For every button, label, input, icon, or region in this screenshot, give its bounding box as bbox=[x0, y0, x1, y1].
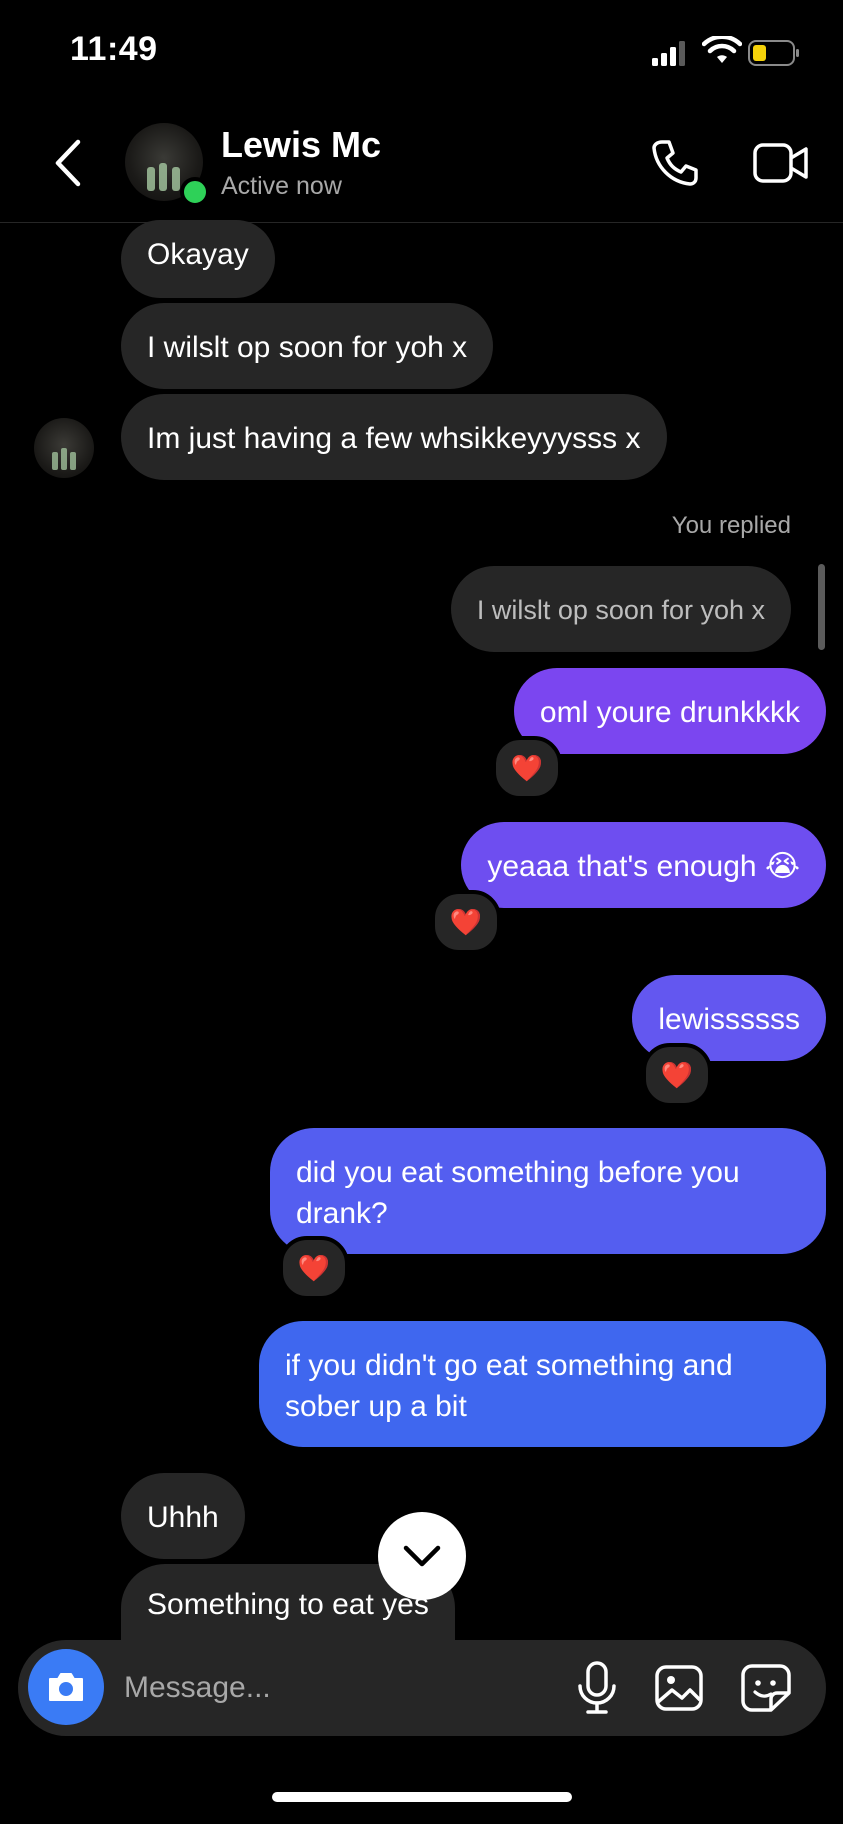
message-incoming[interactable]: Okayay bbox=[121, 220, 275, 298]
message-text: lewissssss bbox=[658, 1003, 800, 1036]
message-outgoing[interactable]: oml youre drunkkkk bbox=[513, 668, 826, 754]
message-text: yeaaa that's enough 😭 bbox=[487, 850, 800, 883]
status-time: 11:49 bbox=[70, 30, 158, 68]
message-text: Im just having a few whsikkeyyysss x bbox=[147, 422, 641, 455]
message-outgoing[interactable]: did you eat something before you drank? bbox=[270, 1128, 826, 1254]
microphone-icon[interactable] bbox=[576, 1660, 618, 1716]
scrollbar[interactable] bbox=[818, 564, 825, 650]
wifi-icon bbox=[702, 36, 742, 63]
heart-reaction[interactable]: ❤️ bbox=[279, 1236, 349, 1300]
message-text-line: sober up a bit bbox=[285, 1390, 467, 1423]
message-incoming[interactable]: I wilslt op soon for yoh x bbox=[121, 303, 494, 389]
message-incoming[interactable]: Uhhh bbox=[121, 1473, 245, 1559]
contact-name[interactable]: Lewis Mc bbox=[221, 124, 381, 166]
message-input[interactable] bbox=[122, 1664, 546, 1712]
message-text: Uhhh bbox=[147, 1501, 219, 1534]
contact-status: Active now bbox=[221, 172, 342, 200]
phone-icon[interactable] bbox=[650, 138, 700, 188]
message-outgoing[interactable]: yeaaa that's enough 😭 bbox=[461, 822, 826, 908]
message-text: Okayay bbox=[147, 238, 249, 271]
reply-quote[interactable]: I wilslt op soon for yoh x bbox=[450, 566, 791, 652]
sender-avatar[interactable] bbox=[34, 418, 94, 478]
message-text-line: did you eat something before you bbox=[296, 1156, 740, 1189]
battery-icon bbox=[748, 40, 799, 66]
heart-reaction[interactable]: ❤️ bbox=[492, 736, 562, 800]
back-icon[interactable] bbox=[50, 138, 84, 188]
replied-label: You replied bbox=[671, 512, 791, 539]
message-text: oml youre drunkkkk bbox=[539, 696, 800, 729]
message-text-line: drank? bbox=[296, 1197, 388, 1230]
chevron-down-icon bbox=[403, 1545, 441, 1567]
camera-button[interactable] bbox=[28, 1649, 104, 1725]
message-text: I wilslt op soon for yoh x bbox=[147, 331, 468, 364]
online-status-dot bbox=[180, 177, 210, 207]
message-text-line: if you didn't go eat something and bbox=[285, 1349, 733, 1382]
scroll-to-bottom-button[interactable] bbox=[378, 1512, 466, 1600]
heart-reaction[interactable]: ❤️ bbox=[431, 890, 501, 954]
header-divider bbox=[0, 222, 843, 223]
home-indicator bbox=[272, 1792, 572, 1802]
heart-reaction[interactable]: ❤️ bbox=[642, 1043, 712, 1107]
message-outgoing[interactable]: if you didn't go eat something and sober… bbox=[259, 1321, 826, 1447]
gallery-icon[interactable] bbox=[654, 1664, 704, 1712]
message-text: Something to eat yes bbox=[147, 1588, 429, 1621]
quoted-text: I wilslt op soon for yoh x bbox=[476, 595, 765, 625]
signal-icon bbox=[652, 41, 685, 66]
message-incoming[interactable]: Im just having a few whsikkeyyysss x bbox=[121, 394, 667, 480]
sticker-icon[interactable] bbox=[740, 1663, 792, 1713]
video-camera-icon[interactable] bbox=[752, 140, 810, 186]
camera-icon bbox=[49, 1673, 83, 1701]
